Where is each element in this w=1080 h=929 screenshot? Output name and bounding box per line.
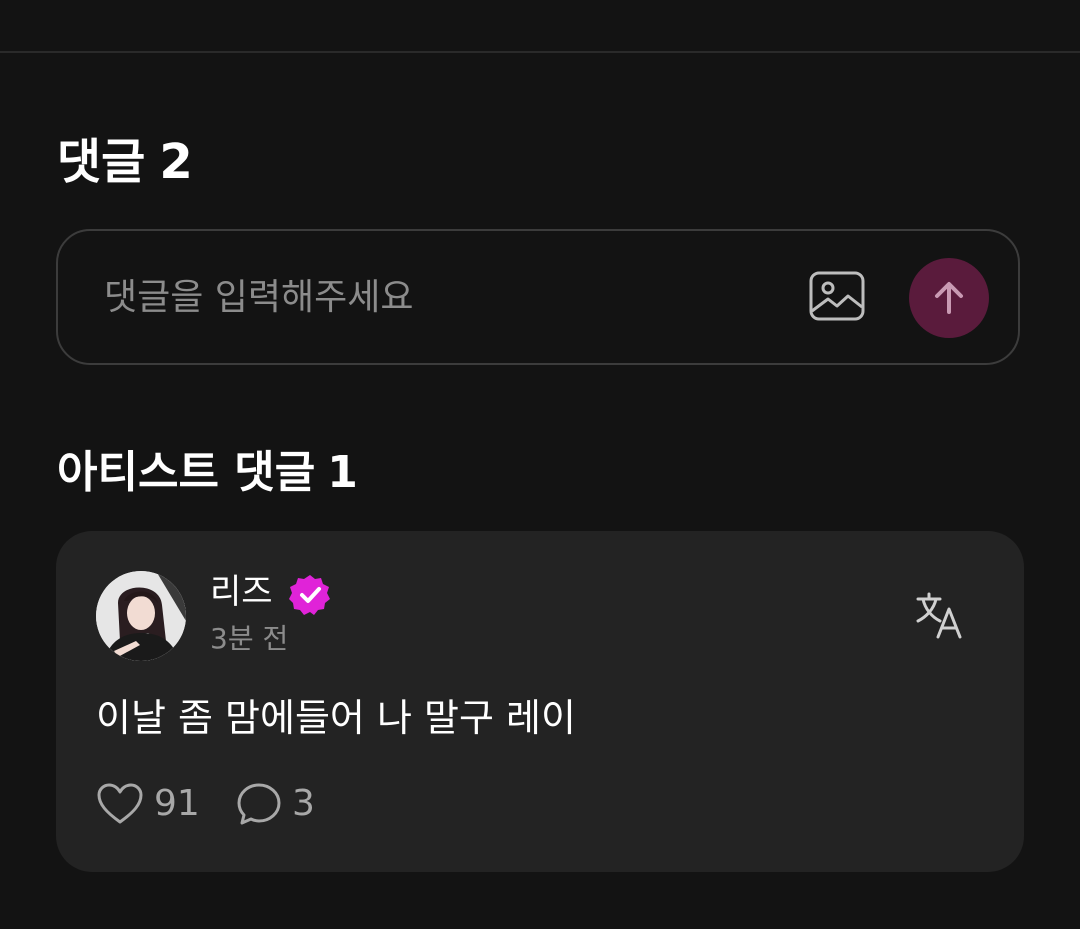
send-button[interactable] [909, 258, 989, 338]
translate-button[interactable] [914, 591, 966, 641]
comments-page: 댓글2 아티스트 댓글1 [0, 0, 1080, 929]
image-attach-button[interactable] [808, 269, 866, 325]
artist-comments-count: 1 [327, 447, 358, 498]
verified-badge-icon [289, 575, 330, 615]
comment-time: 3분 전 [210, 622, 289, 655]
comment-input[interactable] [104, 267, 784, 327]
reply-count: 3 [292, 783, 315, 824]
reply-button[interactable]: 3 [236, 779, 315, 829]
comments-count: 2 [159, 134, 193, 190]
like-button[interactable]: 91 [96, 779, 200, 829]
comments-heading-label: 댓글 [57, 134, 146, 190]
avatar[interactable] [96, 571, 186, 661]
comments-heading: 댓글 2 [57, 132, 193, 192]
arrow-up-icon [935, 282, 963, 314]
translate-icon [916, 592, 962, 639]
top-divider [0, 51, 1080, 53]
speech-bubble-icon [237, 783, 281, 825]
comment-text: 이날 좀 맘에들어 나 말구 레이 [96, 696, 576, 740]
image-icon [809, 271, 865, 321]
artist-comments-heading: 아티스트 댓글 1 [57, 443, 358, 503]
heart-icon [97, 783, 143, 824]
artist-comments-heading-label: 아티스트 댓글 [57, 447, 316, 498]
artist-comment-card: 리즈 3분 전 이날 좀 맘에들어 나 말구 레이 91 3 [56, 531, 1024, 872]
avatar-image [96, 571, 186, 661]
author-name[interactable]: 리즈 [210, 569, 273, 615]
like-count: 91 [154, 783, 200, 824]
comment-input-box [56, 229, 1020, 365]
